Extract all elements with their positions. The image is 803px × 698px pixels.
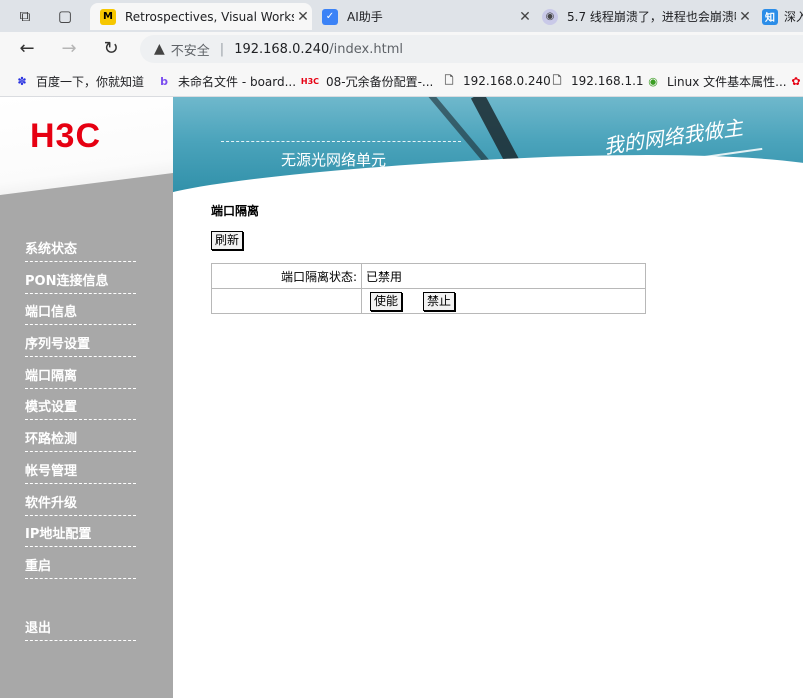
sidebar-item-reboot[interactable]: 重启 [25,554,136,579]
h3c-small-icon: H3C [300,76,320,86]
bookmark-linux-attr[interactable]: ◉ Linux 文件基本属性... [645,72,787,90]
status-label: 端口隔离状态: [211,263,362,289]
sidebar-item-logout[interactable]: 退出 [25,616,136,641]
security-label[interactable]: 不安全 [171,40,210,59]
product-title: 无源光网络单元 [281,151,387,169]
address-bar[interactable]: ▲ 不安全 | 192.168.0.240/index.html [140,35,803,63]
enable-button[interactable]: 使能 [370,292,403,311]
tab-title: AI助手 [347,10,383,24]
empty-cell [211,288,362,314]
retrospectives-favicon-icon: M [100,8,116,25]
page-icon: 🗋 [552,73,562,87]
bookmark-192-168-1-1[interactable]: 🗋 192.168.1.1 [549,72,644,90]
bookmark-192-168-0-240[interactable]: 🗋 192.168.0.240 [441,72,551,90]
close-icon[interactable]: ✕ [736,9,754,25]
sidebar-item-serial-number[interactable]: 序列号设置 [25,332,136,357]
tab-title: 深入 [784,10,803,24]
tab-strip: ⧉ ▢ M Retrospectives, Visual Workspace ✕… [0,0,803,32]
back-icon[interactable]: ← [16,38,38,60]
refresh-button[interactable]: 刷新 [211,231,244,250]
article-favicon-icon: ◉ [542,8,558,25]
bookmark-label: 192.168.0.240 [463,74,551,88]
sidebar-item-ip-config[interactable]: IP地址配置 [25,522,136,547]
bookmark-label: 百度一下，你就知道 [36,74,145,89]
sidebar-item-system-status[interactable]: 系统状态 [25,237,136,262]
workspaces-icon[interactable]: ⧉ [16,7,34,25]
linux-site-icon: ◉ [648,74,658,88]
warning-icon[interactable]: ▲ [154,41,165,57]
action-cell: 使能 禁止 [361,288,646,314]
banner-wave [173,140,803,197]
bookmark-h3c-backup[interactable]: H3C 08-冗余备份配置-... [300,72,433,90]
ai-assistant-favicon-icon: ✓ [322,8,338,25]
sidebar-item-port-isolation[interactable]: 端口隔离 [25,364,136,389]
tab-title: 5.7 线程崩溃了，进程也会崩溃吗 [567,10,736,24]
sidebar-item-port-info[interactable]: 端口信息 [25,300,136,325]
tab-actions-icon[interactable]: ▢ [56,7,74,25]
web-page: H3C 系统状态 PON连接信息 端口信息 序列号设置 端口隔离 模式设置 环路… [0,97,803,698]
bookmark-baidu[interactable]: ✽ 百度一下，你就知道 [14,72,144,90]
status-value: 已禁用 [361,263,646,289]
url-host[interactable]: 192.168.0.240 [234,42,329,57]
h3c-logo: H3C [30,117,102,155]
tab-retrospectives[interactable]: M Retrospectives, Visual Workspace ✕ [90,3,312,30]
bookmark-huawei[interactable]: ✿ [788,72,803,90]
bookmark-label: Linux 文件基本属性... [667,74,787,89]
section-title: 端口隔离 [211,204,260,218]
browser-toolbar: ← → ↻ ▲ 不安全 | 192.168.0.240/index.html [0,32,803,66]
board-b-icon: b [160,74,168,88]
forward-icon[interactable]: → [58,38,80,60]
sidebar-item-account-management[interactable]: 帐号管理 [25,459,136,484]
sidebar-item-loop-detection[interactable]: 环路检测 [25,427,136,452]
banner-divider [221,141,461,142]
tab-zhihu[interactable]: 知 深入 [754,3,803,30]
bookmark-label: 08-冗余备份配置-... [326,74,434,89]
huawei-icon: ✿ [791,74,801,88]
sidebar: H3C 系统状态 PON连接信息 端口信息 序列号设置 端口隔离 模式设置 环路… [0,97,173,698]
disable-button[interactable]: 禁止 [423,292,456,311]
sidebar-item-software-upgrade[interactable]: 软件升级 [25,491,136,516]
tab-thread-crash[interactable]: ◉ 5.7 线程崩溃了，进程也会崩溃吗 ✕ [532,3,754,30]
address-separator: | [219,41,225,57]
tab-ai-assistant[interactable]: ✓ AI助手 ✕ [312,3,534,30]
close-icon[interactable]: ✕ [294,9,312,25]
page-icon: 🗋 [444,73,454,87]
bookmarks-bar: ✽ 百度一下，你就知道 b 未命名文件 - board... H3C 08-冗余… [0,66,803,97]
port-isolation-table: 端口隔离状态: 已禁用 使能 禁止 [211,263,646,314]
logo-area: H3C [0,97,173,195]
sidebar-item-mode-settings[interactable]: 模式设置 [25,395,136,420]
sidebar-item-pon-connection[interactable]: PON连接信息 [25,269,136,294]
url-path[interactable]: /index.html [329,42,403,57]
bookmark-board[interactable]: b 未命名文件 - board... [156,72,296,90]
reload-icon[interactable]: ↻ [100,38,122,60]
baidu-paw-icon: ✽ [17,74,27,88]
table-row: 端口隔离状态: 已禁用 [211,263,646,289]
bookmark-label: 192.168.1.1 [571,74,644,88]
zhihu-favicon-icon: 知 [762,8,778,25]
header-banner: 无源光网络单元 我的网络我做主 [173,97,803,197]
bookmark-label: 未命名文件 - board... [178,74,297,89]
tab-title: Retrospectives, Visual Workspace [125,9,294,24]
table-row: 使能 禁止 [211,288,646,314]
